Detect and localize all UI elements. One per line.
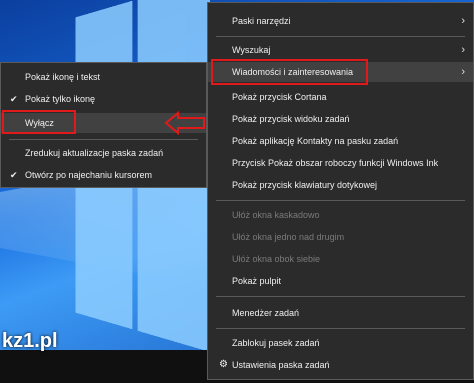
menu-item-show-people[interactable]: Pokaż aplikację Kontakty na pasku zadań: [208, 131, 473, 151]
menu-item-show-icon-text[interactable]: Pokaż ikonę i tekst: [1, 67, 206, 87]
highlight-news-interests: [211, 59, 368, 85]
menu-item-label: Pokaż ikonę i tekst: [25, 72, 101, 82]
menu-item-label: Wyszukaj: [232, 45, 271, 55]
chevron-right-icon: ›: [461, 66, 465, 78]
menu-item-stack-windows: Ułóż okna jedno nad drugim: [208, 227, 473, 247]
menu-separator: [216, 296, 465, 297]
menu-item-windows-ink[interactable]: Przycisk Pokaż obszar roboczy funkcji Wi…: [208, 153, 473, 173]
check-icon: ✔: [10, 94, 18, 104]
menu-item-lock-taskbar[interactable]: Zablokuj pasek zadań: [208, 333, 473, 353]
menu-item-cascade-windows: Ułóż okna kaskadowo: [208, 205, 473, 225]
menu-item-label: Otwórz po najechaniu kursorem: [25, 170, 153, 180]
chevron-right-icon: ›: [461, 44, 465, 56]
menu-item-label: Menedżer zadań: [232, 308, 300, 318]
menu-item-label: Przycisk Pokaż obszar roboczy funkcji Wi…: [232, 158, 439, 168]
menu-item-label: Pokaż pulpit: [232, 276, 282, 286]
menu-item-label: Pokaż tylko ikonę: [25, 94, 96, 104]
menu-item-label: Pokaż aplikację Kontakty na pasku zadań: [232, 136, 399, 146]
menu-item-touch-keyboard[interactable]: Pokaż przycisk klawiatury dotykowej: [208, 175, 473, 195]
menu-separator: [216, 328, 465, 329]
menu-item-task-manager[interactable]: Menedżer zadań: [208, 303, 473, 323]
menu-item-show-desktop[interactable]: Pokaż pulpit: [208, 271, 473, 291]
gear-icon: ⚙: [219, 359, 228, 370]
menu-item-show-task-view[interactable]: Pokaż przycisk widoku zadań: [208, 109, 473, 129]
menu-item-label: Ułóż okna jedno nad drugim: [232, 232, 345, 242]
menu-item-label: Paski narzędzi: [232, 16, 291, 26]
menu-item-label: Zablokuj pasek zadań: [232, 338, 320, 348]
watermark: kz1.pl: [2, 330, 58, 352]
menu-item-label: Pokaż przycisk Cortana: [232, 92, 327, 102]
menu-item-open-on-hover[interactable]: ✔ Otwórz po najechaniu kursorem: [1, 165, 206, 185]
menu-item-label: Zredukuj aktualizacje paska zadań: [25, 148, 164, 158]
menu-item-show-cortana[interactable]: Pokaż przycisk Cortana: [208, 87, 473, 107]
menu-item-reduce-updates[interactable]: Zredukuj aktualizacje paska zadań: [1, 143, 206, 163]
menu-item-toolbars[interactable]: Paski narzędzi ›: [208, 11, 473, 31]
menu-separator: [9, 139, 198, 140]
menu-item-taskbar-settings[interactable]: ⚙ Ustawienia paska zadań: [208, 355, 473, 375]
chevron-right-icon: ›: [461, 15, 465, 27]
menu-item-side-by-side: Ułóż okna obok siebie: [208, 249, 473, 269]
arrow-left-icon: [164, 111, 205, 135]
highlight-turn-off: [2, 110, 76, 134]
menu-item-label: Ułóż okna obok siebie: [232, 254, 321, 264]
menu-item-label: Ustawienia paska zadań: [232, 360, 330, 370]
menu-item-show-icon-only[interactable]: ✔ Pokaż tylko ikonę: [1, 89, 206, 109]
menu-item-search[interactable]: Wyszukaj ›: [208, 40, 473, 60]
menu-item-label: Pokaż przycisk klawiatury dotykowej: [232, 180, 378, 190]
menu-item-label: Pokaż przycisk widoku zadań: [232, 114, 350, 124]
menu-item-label: Ułóż okna kaskadowo: [232, 210, 320, 220]
menu-separator: [216, 36, 465, 37]
check-icon: ✔: [10, 170, 18, 180]
menu-separator: [216, 200, 465, 201]
